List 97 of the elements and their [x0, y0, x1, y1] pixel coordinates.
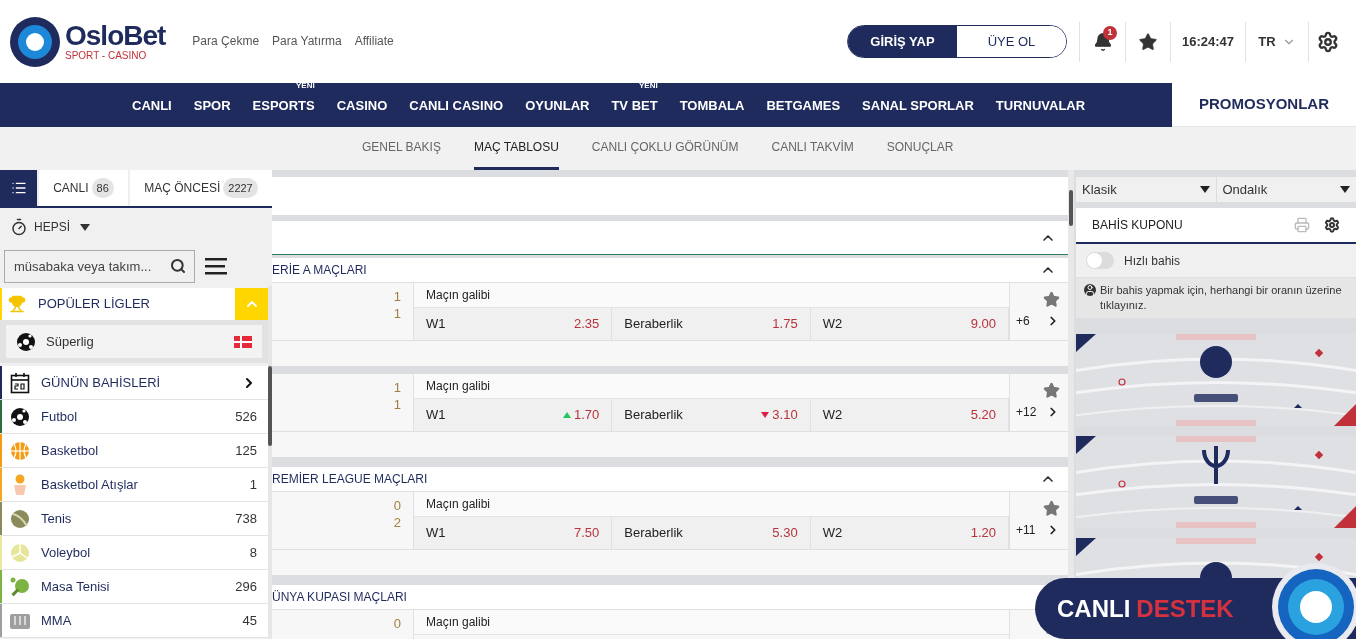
sub-nav-tab[interactable]: SONUÇLAR — [886, 127, 954, 170]
nav-link[interactable]: BETGAMES — [766, 98, 841, 113]
odds-button[interactable]: Beraberlik 5.30 — [612, 517, 811, 549]
new-label: YENİ — [639, 82, 658, 90]
header-link[interactable]: Para Yatırma — [272, 31, 342, 50]
nav-link[interactable]: CANLI — [132, 98, 172, 113]
score: 1 — [393, 288, 401, 305]
odds-button[interactable]: W2 9.00 — [810, 308, 1009, 340]
settings-icon — [1317, 30, 1339, 53]
nav-link[interactable]: ESPORTS — [252, 98, 315, 113]
nav-link[interactable]: SANAL SPORLAR — [862, 98, 974, 113]
basketball-icon — [10, 440, 30, 461]
more-markets-button[interactable]: +6 — [1010, 312, 1060, 330]
clock: 16:24:47 — [1180, 32, 1235, 51]
format-dropdown[interactable]: Ondalık — [1215, 177, 1356, 202]
sub-nav-tab[interactable]: GENEL BAKIŞ — [362, 127, 441, 170]
logo-ring-icon — [1270, 561, 1356, 639]
nav-link[interactable]: TV BET — [611, 98, 658, 113]
category-item[interactable]: Tenis 738 — [2, 502, 268, 535]
nav-link[interactable]: CANLI CASINO — [409, 98, 504, 113]
basketball-hoop-icon — [12, 473, 28, 496]
flag-icon — [234, 335, 252, 348]
odds-button[interactable]: Beraberlik 1.75 — [612, 308, 811, 340]
star-icon[interactable] — [1043, 500, 1060, 517]
nav-link[interactable]: TOMBALA — [679, 98, 745, 113]
list-icon — [10, 180, 27, 196]
star-icon[interactable] — [1043, 382, 1060, 399]
nav-link[interactable]: SPOR — [193, 98, 231, 113]
user-icon — [1084, 284, 1096, 296]
toggle-label: Hızlı bahis — [1124, 252, 1181, 270]
odds-button[interactable]: W1 7.50 — [414, 517, 613, 549]
nav-link[interactable]: OYUNLAR — [525, 98, 590, 113]
score: 2 — [393, 514, 401, 531]
logo-ring-icon — [9, 15, 61, 68]
info-text: Bir bahis yapmak için, herhangi bir oranın üzerine tıklayınız. — [1100, 283, 1343, 313]
odds-button[interactable]: W1 2.35 — [414, 308, 613, 340]
category-item[interactable]: Voleybol 8 — [2, 536, 268, 569]
odds-button[interactable]: W2 1.20 — [810, 517, 1009, 549]
count-badge: 2227 — [223, 177, 258, 199]
score: 1 — [393, 396, 401, 413]
dropdown-triangle-icon — [1199, 186, 1210, 193]
sidebar-tab[interactable] — [0, 170, 37, 206]
notification-badge: 1 — [1103, 25, 1117, 40]
star-icon[interactable] — [1043, 291, 1060, 308]
soccer-ball-icon — [10, 406, 30, 427]
login-button[interactable]: GİRİŞ YAP — [848, 26, 957, 57]
search-icon — [170, 257, 186, 274]
paddle-icon — [9, 575, 31, 598]
category-item[interactable]: Futbol 526 — [2, 400, 268, 433]
trophy-icon — [8, 295, 26, 313]
language-select[interactable]: TR — [1246, 21, 1308, 62]
quick-bet-toggle[interactable] — [1086, 252, 1114, 269]
nav-link[interactable]: TURNUVALAR — [995, 98, 1086, 113]
star-icon — [1138, 31, 1158, 52]
nav-link[interactable]: CASINO — [336, 98, 388, 113]
coupon-title: BAHİS KUPONU — [1092, 217, 1184, 234]
score: 0 — [393, 497, 401, 514]
category-item[interactable]: Basketbol Atışlar 1 — [2, 468, 268, 501]
menu-icon[interactable] — [205, 257, 227, 275]
format-dropdown[interactable]: Klasik — [1076, 177, 1216, 202]
sub-nav-tab[interactable]: CANLI ÇOKLU GÖRÜNÜM — [591, 127, 739, 170]
league-item[interactable]: Süperlig — [6, 325, 262, 358]
new-label: YENİ — [296, 82, 315, 90]
section-title: POPÜLER LİGLER — [38, 295, 150, 314]
stopwatch-icon — [10, 218, 28, 236]
calendar-icon — [10, 371, 30, 394]
odds-button[interactable]: W1 1.70 — [414, 399, 613, 431]
header-link[interactable]: Para Çekme — [192, 31, 260, 50]
logo-name: OsloBet — [65, 22, 166, 50]
odds-button[interactable]: W2 5.20 — [810, 399, 1009, 431]
sub-nav-tab[interactable]: CANLI TAKVİM — [771, 127, 854, 170]
soccer-ball-icon — [16, 331, 36, 352]
logo[interactable]: OsloBet SPORT - CASINO — [9, 15, 166, 68]
score: 1 — [393, 305, 401, 322]
logo-tagline: SPORT - CASINO — [65, 51, 148, 61]
more-markets-button[interactable]: +12 — [1010, 403, 1060, 421]
notifications-button[interactable]: 1 — [1080, 21, 1125, 62]
tennis-ball-icon — [10, 508, 30, 529]
score: 0 — [393, 615, 401, 632]
category-item[interactable]: GÜNÜN BAHİSLERİ — [2, 366, 268, 399]
volleyball-icon — [10, 542, 30, 563]
category-item[interactable]: Masa Tenisi 296 — [2, 570, 268, 603]
league-title: ÜNYA KUPASI MAÇLARI — [272, 589, 408, 606]
settings-icon[interactable] — [1324, 217, 1340, 233]
league-title: ERİE A MAÇLARI — [272, 262, 368, 279]
more-markets-button[interactable]: +11 — [1010, 521, 1060, 539]
dropdown-triangle-icon — [1340, 186, 1350, 193]
search-field[interactable]: müsabaka veya takım... — [4, 249, 195, 283]
count-badge: 86 — [91, 177, 114, 199]
filter-dropdown[interactable]: HEPSİ — [0, 208, 272, 246]
dropdown-triangle-icon — [80, 223, 90, 231]
category-item[interactable]: Basketbol 125 — [2, 434, 268, 467]
category-item[interactable]: MMA 45 — [2, 604, 268, 637]
league-title: REMİER LEAGUE MAÇLARI — [272, 471, 429, 488]
header-link[interactable]: Affiliate — [354, 31, 394, 50]
odds-button[interactable]: Beraberlik 3.10 — [612, 399, 811, 431]
score: 1 — [393, 379, 401, 396]
